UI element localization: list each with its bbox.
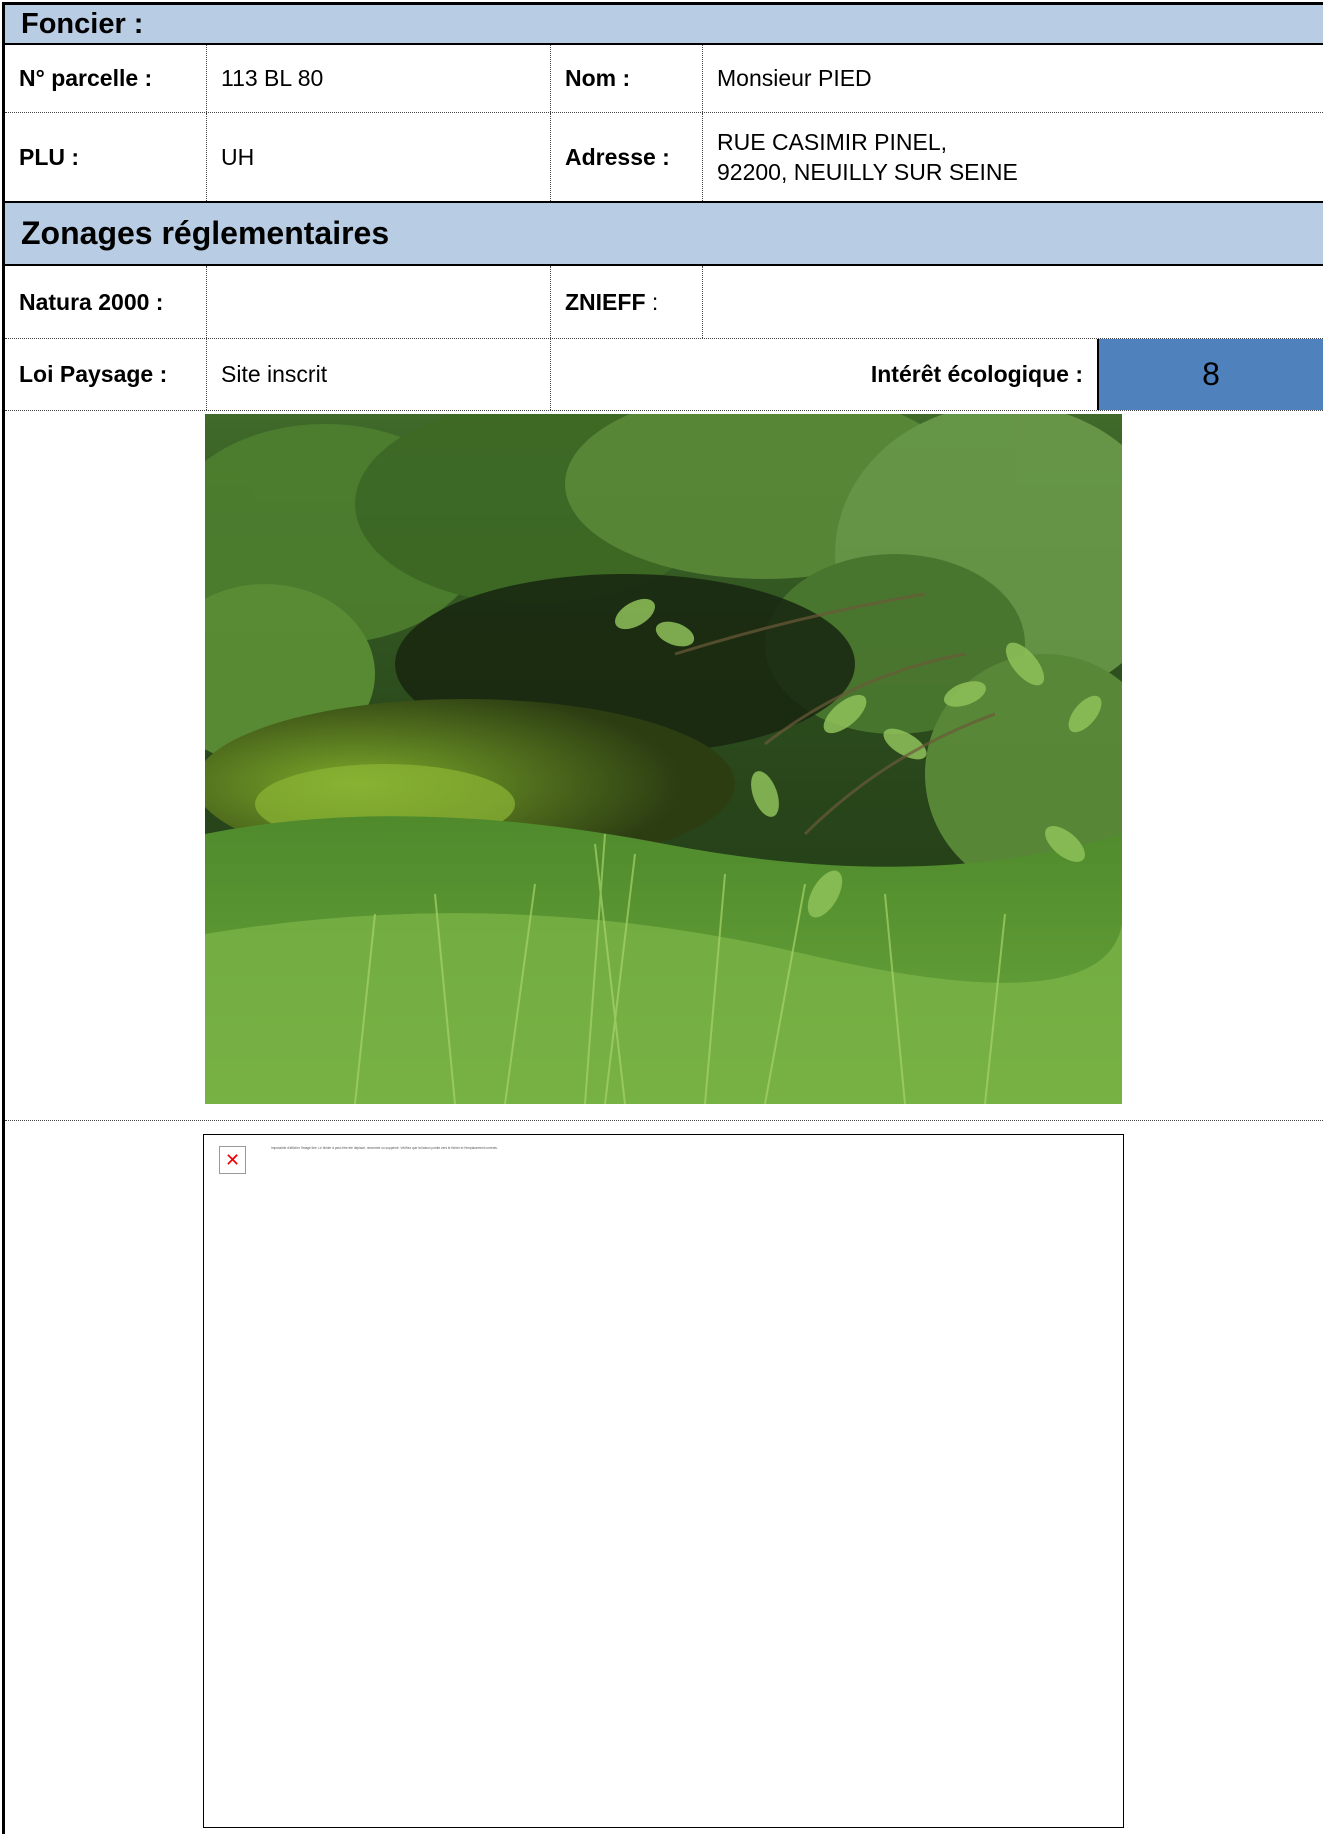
broken-image-message: Impossible d'afficher l'image liée. Le f… [271,1146,498,1150]
parcelle-value: 113 BL 80 [207,45,551,112]
natura-label: Natura 2000 : [5,266,207,338]
broken-image-icon: ✕ [219,1146,246,1174]
znieff-label: ZNIEFF : [551,266,703,338]
interet-ecologique-label: Intérêt écologique : [870,361,1083,387]
znieff-label-text: ZNIEFF [565,288,646,315]
adresse-line-1: RUE CASIMIR PINEL, [717,129,948,155]
adresse-label: Adresse : [551,113,703,201]
section-title-foncier: Foncier : [21,8,144,40]
row-natura: Natura 2000 : ZNIEFF : [5,266,1323,339]
loi-paysage-value: Site inscrit [207,339,551,410]
plu-value: UH [207,113,551,201]
section-title-zonages: Zonages réglementaires [21,215,390,251]
site-photo [205,414,1122,1104]
nom-label: Nom : [551,45,703,112]
znieff-colon: : [645,288,659,315]
natura-value [207,266,551,338]
broken-image-frame: ✕ Impossible d'afficher l'image liée. Le… [203,1134,1124,1828]
loi-paysage-label: Loi Paysage : [5,339,207,410]
interet-ecologique-score: 8 [1097,339,1323,410]
nom-value: Monsieur PIED [717,65,872,91]
section-header-zonages: Zonages réglementaires [5,201,1323,266]
adresse-line-2: 92200, NEUILLY SUR SEINE [717,159,1018,185]
section-header-foncier: Foncier : [5,5,1323,45]
parcelle-label: N° parcelle : [5,45,207,112]
row-loi-paysage: Loi Paysage : Site inscrit Intérêt écolo… [5,339,1323,411]
znieff-value [703,266,1323,338]
adresse-value: RUE CASIMIR PINEL, 92200, NEUILLY SUR SE… [703,113,1323,201]
row-parcelle: N° parcelle : 113 BL 80 Nom : Monsieur P… [5,45,1323,113]
row-plu: PLU : UH Adresse : RUE CASIMIR PINEL, 92… [5,113,1323,201]
plu-label: PLU : [5,113,207,201]
